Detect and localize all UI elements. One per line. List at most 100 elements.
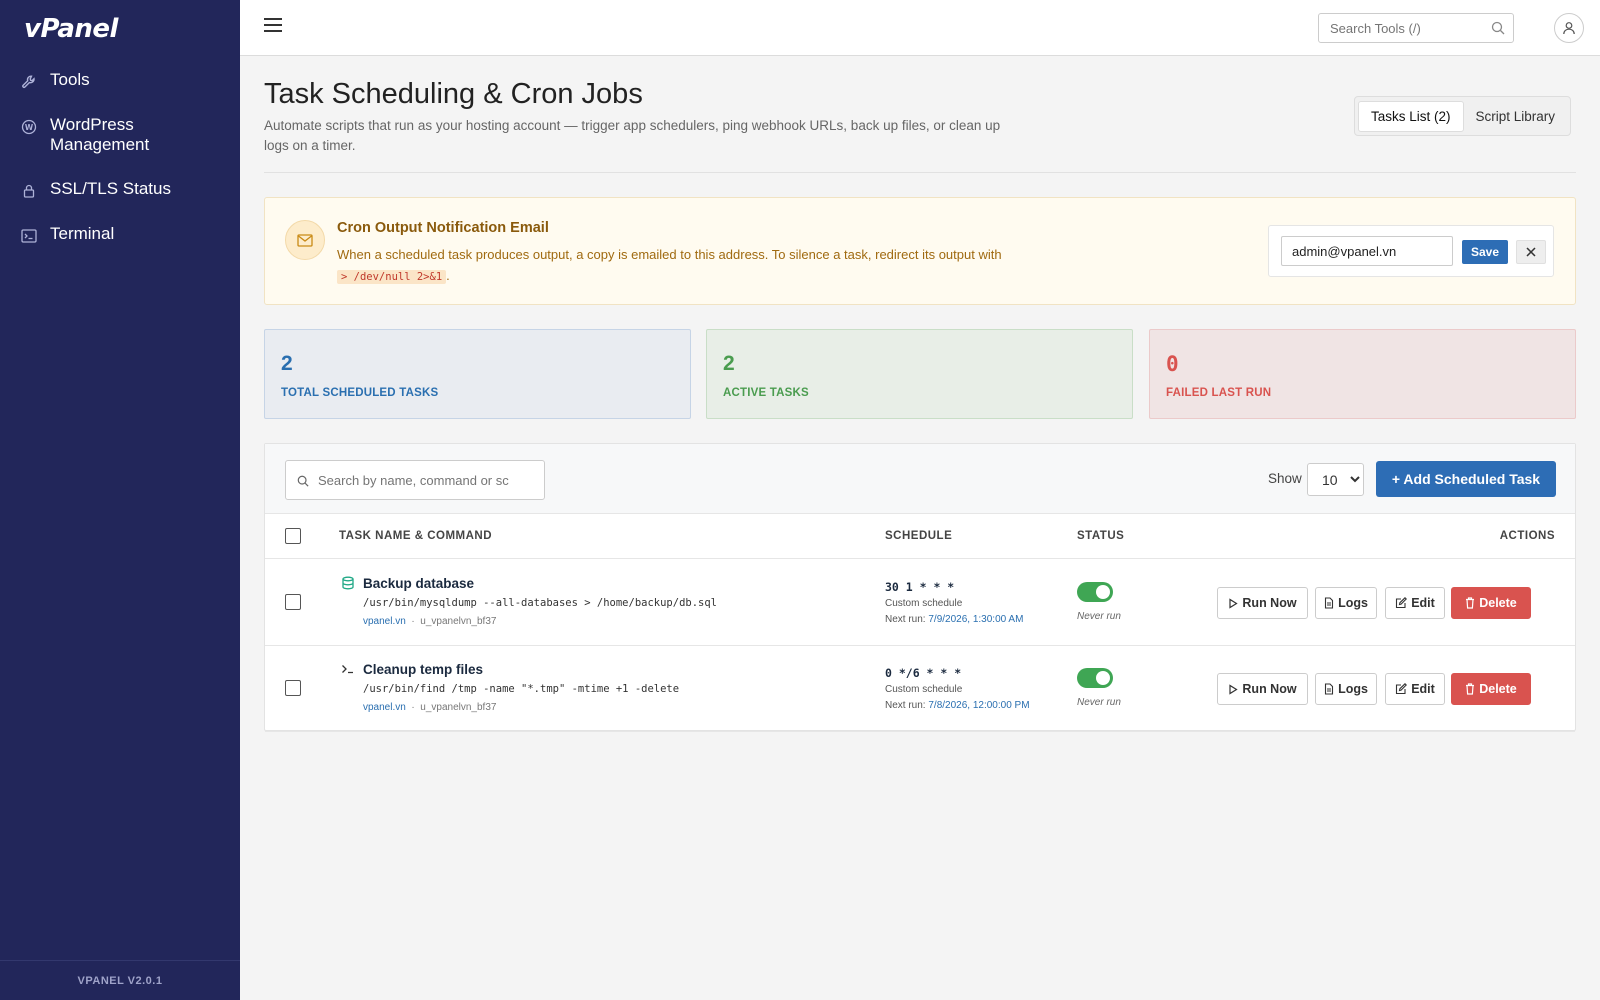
tool-search-input[interactable] — [1319, 14, 1479, 42]
show-label: Show — [1268, 471, 1302, 486]
run-now-label: Run Now — [1242, 596, 1297, 610]
edit-label: Edit — [1411, 682, 1435, 696]
table-toolbar: Show 10 + Add Scheduled Task — [265, 444, 1575, 514]
save-email-button[interactable]: Save — [1462, 240, 1508, 264]
envelope-icon — [285, 220, 325, 260]
task-domain[interactable]: vpanel.vn — [363, 702, 406, 713]
close-icon[interactable] — [1516, 240, 1546, 264]
stat-failed-last-run: 0 FAILED LAST RUN — [1149, 329, 1576, 419]
edit-icon — [1396, 683, 1408, 695]
schedule-type: Custom schedule — [885, 598, 963, 609]
task-name: Backup database — [363, 576, 475, 591]
menu-toggle-icon[interactable] — [264, 18, 282, 38]
tab-script-library[interactable]: Script Library — [1464, 102, 1568, 131]
task-search — [285, 460, 545, 500]
sidebar-item-label: Terminal — [50, 224, 115, 243]
wrench-icon — [20, 73, 38, 91]
delete-button[interactable]: Delete — [1451, 587, 1531, 619]
last-run-status: Never run — [1077, 611, 1121, 622]
edit-button[interactable]: Edit — [1385, 673, 1445, 705]
stat-total-tasks: 2 TOTAL SCHEDULED TASKS — [264, 329, 691, 419]
next-run-value: 7/8/2026, 12:00:00 PM — [928, 700, 1030, 711]
page-size-select[interactable]: 10 — [1307, 463, 1364, 496]
sidebar-item-tools[interactable]: Tools — [0, 64, 240, 97]
run-now-button[interactable]: Run Now — [1217, 673, 1308, 705]
next-run: Next run: 7/8/2026, 12:00:00 PM — [885, 700, 1030, 711]
sidebar-item-terminal[interactable]: Terminal — [0, 218, 240, 251]
table-row: Backup database /usr/bin/mysqldump --all… — [265, 560, 1575, 646]
row-checkbox[interactable] — [285, 594, 301, 610]
task-search-input[interactable] — [318, 469, 518, 491]
task-meta: vpanel.vn · u_vpanelvn_bf37 — [363, 702, 497, 713]
notice-code: > /dev/null 2>&1 — [337, 270, 447, 284]
stat-label: FAILED LAST RUN — [1166, 387, 1272, 399]
stat-label: ACTIVE TASKS — [723, 387, 809, 399]
play-icon — [1229, 683, 1239, 695]
sidebar-item-label: Tools — [50, 70, 90, 89]
stat-value: 2 — [723, 352, 735, 375]
task-command: /usr/bin/mysqldump --all-databases > /ho… — [363, 597, 718, 609]
sidebar-item-wordpress[interactable]: W WordPress Management — [0, 109, 240, 161]
notice-description: When a scheduled task produces output, a… — [337, 247, 1002, 262]
file-icon — [1325, 597, 1334, 609]
next-run-label: Next run: — [885, 614, 926, 625]
add-scheduled-task-button[interactable]: + Add Scheduled Task — [1376, 461, 1556, 497]
task-command: /usr/bin/find /tmp -name "*.tmp" -mtime … — [363, 683, 680, 695]
trash-icon — [1466, 683, 1475, 695]
cron-email-notice: Cron Output Notification Email When a sc… — [264, 197, 1576, 305]
status-toggle[interactable] — [1077, 582, 1113, 602]
notice-title: Cron Output Notification Email — [337, 220, 549, 236]
page-title: Task Scheduling & Cron Jobs — [264, 78, 643, 110]
row-checkbox[interactable] — [285, 680, 301, 696]
sidebar-item-ssl[interactable]: SSL/TLS Status — [0, 173, 240, 206]
tab-tasks-list[interactable]: Tasks List (2) — [1358, 100, 1464, 132]
edit-button[interactable]: Edit — [1385, 587, 1445, 619]
delete-button[interactable]: Delete — [1451, 673, 1531, 705]
view-tabs: Tasks List (2) Script Library — [1354, 96, 1572, 136]
tool-search — [1318, 13, 1514, 43]
column-header: SCHEDULE — [885, 530, 953, 542]
sidebar: vPanel Tools W WordPress Management SSL/… — [0, 0, 240, 1000]
lock-icon — [20, 182, 38, 200]
logs-label: Logs — [1338, 596, 1368, 610]
sidebar-item-label: SSL/TLS Status — [50, 179, 171, 198]
page-description: Automate scripts that run as your hostin… — [264, 118, 1001, 153]
stat-active-tasks: 2 ACTIVE TASKS — [706, 329, 1133, 419]
next-run: Next run: 7/9/2026, 1:30:00 AM — [885, 614, 1023, 625]
column-header: STATUS — [1077, 530, 1125, 542]
status-toggle[interactable] — [1077, 668, 1113, 688]
sidebar-item-label: WordPress Management — [50, 115, 150, 154]
notice-suffix: . — [446, 268, 450, 283]
wordpress-icon: W — [20, 118, 38, 136]
schedule-type: Custom schedule — [885, 684, 963, 695]
delete-label: Delete — [1479, 596, 1517, 610]
cron-expression: 0 */6 * * * — [885, 666, 962, 680]
logs-button[interactable]: Logs — [1315, 673, 1377, 705]
terminal-icon — [341, 662, 355, 676]
next-run-label: Next run: — [885, 700, 926, 711]
vpanel-logo[interactable]: vPanel — [24, 14, 118, 44]
user-account-icon[interactable] — [1554, 13, 1584, 43]
search-icon[interactable] — [1491, 21, 1505, 40]
play-icon — [1229, 597, 1239, 609]
task-name: Cleanup temp files — [363, 662, 484, 677]
email-form: Save — [1268, 225, 1554, 277]
edit-icon — [1396, 597, 1408, 609]
last-run-status: Never run — [1077, 697, 1121, 708]
database-icon — [341, 576, 355, 590]
terminal-icon — [20, 227, 38, 245]
column-header: TASK NAME & COMMAND — [339, 530, 493, 542]
task-user: u_vpanelvn_bf37 — [420, 616, 497, 627]
stat-label: TOTAL SCHEDULED TASKS — [281, 387, 439, 399]
svg-text:W: W — [25, 123, 34, 132]
notification-email-input[interactable] — [1281, 236, 1453, 266]
select-all-checkbox[interactable] — [285, 528, 301, 544]
column-header: ACTIONS — [1499, 530, 1555, 542]
task-domain[interactable]: vpanel.vn — [363, 616, 406, 627]
file-icon — [1325, 683, 1334, 695]
run-now-button[interactable]: Run Now — [1217, 587, 1308, 619]
topbar — [240, 0, 1600, 56]
version-label: VPANEL V2.0.1 — [0, 960, 240, 1000]
logs-button[interactable]: Logs — [1315, 587, 1377, 619]
logs-label: Logs — [1338, 682, 1368, 696]
